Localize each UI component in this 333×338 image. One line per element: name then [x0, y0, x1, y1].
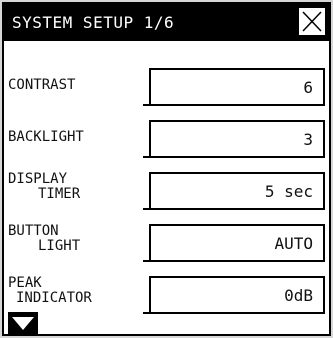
setting-value: 5 sec	[264, 182, 313, 201]
peak-indicator-value-field[interactable]: 0dB	[143, 276, 325, 314]
setting-value: 6	[303, 78, 313, 97]
setting-row-contrast: CONTRAST 6	[4, 60, 329, 112]
setting-label: PEAK INDICATOR	[8, 275, 92, 306]
setting-label: BACKLIGHT	[8, 129, 84, 145]
system-setup-screen: SYSTEM SETUP 1/6 CONTRAST 6 BACKLIGHT 3 …	[2, 2, 331, 336]
contrast-value-field[interactable]: 6	[143, 68, 325, 106]
setting-value: AUTO	[274, 234, 313, 253]
close-button[interactable]	[297, 6, 327, 37]
display-timer-value-field[interactable]: 5 sec	[143, 172, 325, 210]
setting-row-button-light: BUTTON LIGHT AUTO	[4, 216, 329, 268]
setting-label: CONTRAST	[8, 77, 76, 93]
triangle-down-icon	[12, 317, 34, 330]
scroll-down-button[interactable]	[8, 312, 38, 334]
backlight-value-field[interactable]: 3	[143, 120, 325, 158]
setting-label: BUTTON LIGHT	[8, 223, 81, 254]
page-title: SYSTEM SETUP 1/6	[12, 13, 175, 32]
button-light-value-field[interactable]: AUTO	[143, 224, 325, 262]
setting-row-backlight: BACKLIGHT 3	[4, 112, 329, 164]
setting-value: 3	[303, 130, 313, 149]
setting-row-display-timer: DISPLAY TIMER 5 sec	[4, 164, 329, 216]
setting-value: 0dB	[284, 286, 313, 305]
close-icon	[302, 11, 322, 32]
setting-row-peak-indicator: PEAK INDICATOR 0dB	[4, 268, 329, 320]
setting-label: DISPLAY TIMER	[8, 171, 81, 202]
title-bar: SYSTEM SETUP 1/6	[4, 4, 329, 41]
